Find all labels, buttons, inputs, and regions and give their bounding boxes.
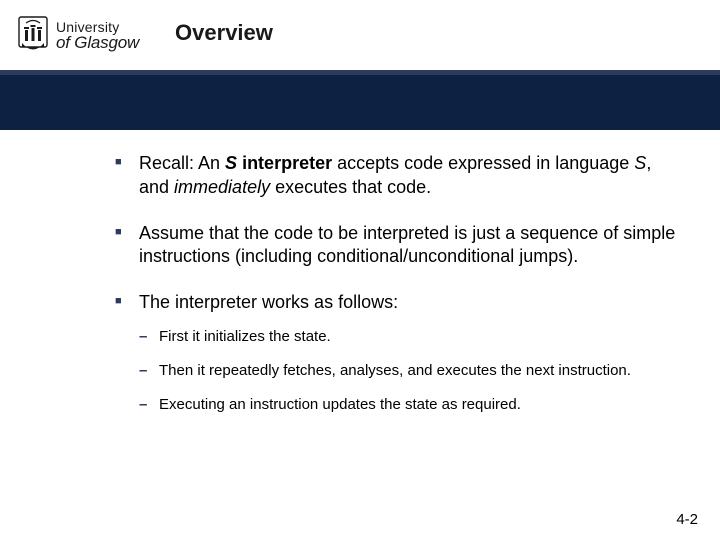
- nav-band: [0, 75, 720, 130]
- logo-text: University of Glasgow: [56, 20, 139, 51]
- bullet-item: Recall: An S interpreter accepts code ex…: [115, 152, 678, 200]
- bullet-item: The interpreter works as follows:First i…: [115, 291, 678, 416]
- bullet-item: Assume that the code to be interpreted i…: [115, 222, 678, 270]
- logo-line2: of Glasgow: [56, 34, 139, 51]
- sub-bullet-list: First it initializes the state. Then it r…: [139, 327, 678, 416]
- university-logo: University of Glasgow: [18, 16, 139, 54]
- header: University of Glasgow Overview: [0, 0, 720, 75]
- content: Recall: An S interpreter accepts code ex…: [0, 130, 720, 540]
- page-number: 4-2: [676, 511, 698, 528]
- title-area: Overview: [175, 20, 273, 50]
- sub-bullet-item: First it initializes the state.: [139, 327, 678, 347]
- slide: University of Glasgow Overview Recall: A…: [0, 0, 720, 540]
- bullet-list: Recall: An S interpreter accepts code ex…: [115, 152, 678, 416]
- crest-icon: [18, 16, 48, 54]
- sub-bullet-item: Executing an instruction updates the sta…: [139, 395, 678, 415]
- sub-bullet-item: Then it repeatedly fetches, analyses, an…: [139, 361, 678, 381]
- slide-title: Overview: [175, 20, 273, 46]
- logo-line1: University: [56, 20, 139, 34]
